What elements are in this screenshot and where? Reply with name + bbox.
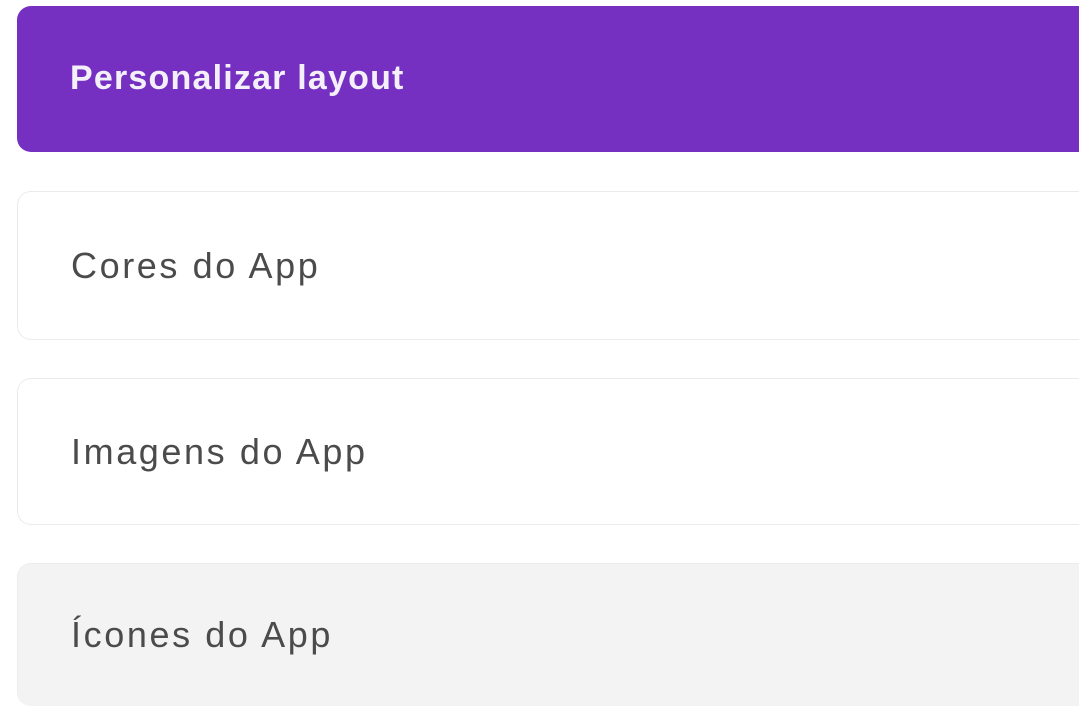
menu-header-label: Personalizar layout [70, 58, 405, 97]
menu-item-label: Imagens do App [71, 430, 368, 472]
menu-header-personalizar-layout[interactable]: Personalizar layout [17, 6, 1079, 152]
menu-item-icones-do-app[interactable]: Ícones do App [17, 563, 1079, 706]
menu-item-label: Cores do App [71, 244, 321, 286]
settings-menu: Personalizar layout Cores do App Imagens… [0, 0, 1079, 706]
menu-item-imagens-do-app[interactable]: Imagens do App [17, 378, 1079, 525]
menu-item-label: Ícones do App [71, 614, 333, 655]
menu-item-cores-do-app[interactable]: Cores do App [17, 191, 1079, 340]
